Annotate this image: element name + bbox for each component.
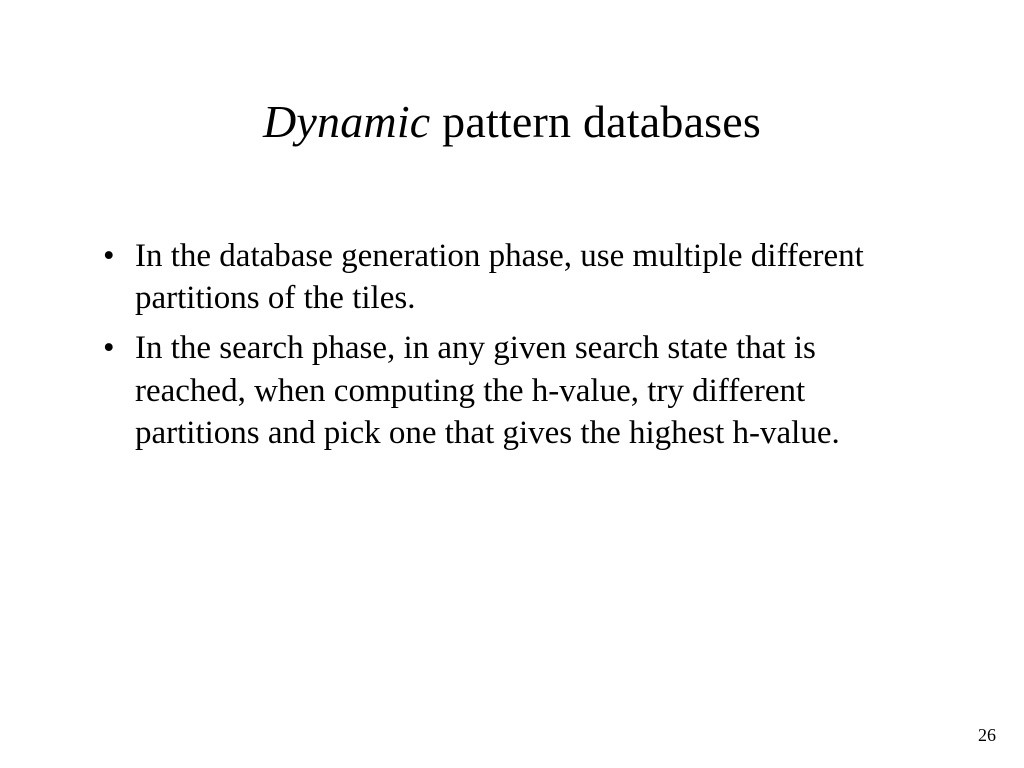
bullet-list: In the database generation phase, use mu… [95,235,929,454]
list-item: In the database generation phase, use mu… [95,235,929,319]
title-emphasis: Dynamic [263,96,430,147]
slide: Dynamic pattern databases In the databas… [0,0,1024,768]
slide-body: In the database generation phase, use mu… [95,235,929,462]
list-item: In the search phase, in any given search… [95,327,929,454]
title-rest: pattern databases [430,96,761,147]
page-number: 26 [978,725,996,746]
slide-title: Dynamic pattern databases [0,95,1024,148]
